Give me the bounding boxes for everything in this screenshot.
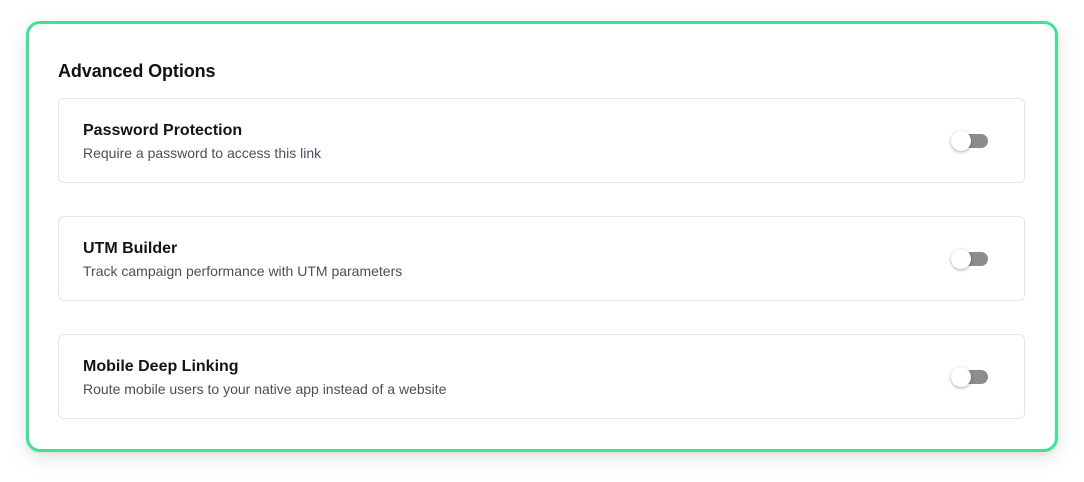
mobile-deep-linking-toggle[interactable] [951,367,988,387]
option-utm-builder: UTM Builder Track campaign performance w… [58,216,1025,301]
option-title: UTM Builder [83,240,178,257]
option-description: Require a password to access this link [83,145,322,161]
utm-builder-toggle[interactable] [951,249,988,269]
advanced-options-panel: Advanced Options Password Protection Req… [26,21,1058,452]
password-protection-toggle[interactable] [951,131,988,151]
toggle-knob [951,367,971,387]
option-password-protection: Password Protection Require a password t… [58,98,1025,183]
option-description: Route mobile users to your native app in… [83,381,447,397]
option-text: UTM Builder Track campaign performance w… [83,239,402,280]
option-title: Mobile Deep Linking [83,358,239,375]
option-mobile-deep-linking: Mobile Deep Linking Route mobile users t… [58,334,1025,419]
panel-title: Advanced Options [58,61,216,81]
option-text: Password Protection Require a password t… [83,121,321,162]
option-description: Track campaign performance with UTM para… [83,263,403,279]
option-title: Password Protection [83,122,243,139]
toggle-knob [951,249,971,269]
toggle-knob [951,131,971,151]
option-text: Mobile Deep Linking Route mobile users t… [83,357,446,398]
